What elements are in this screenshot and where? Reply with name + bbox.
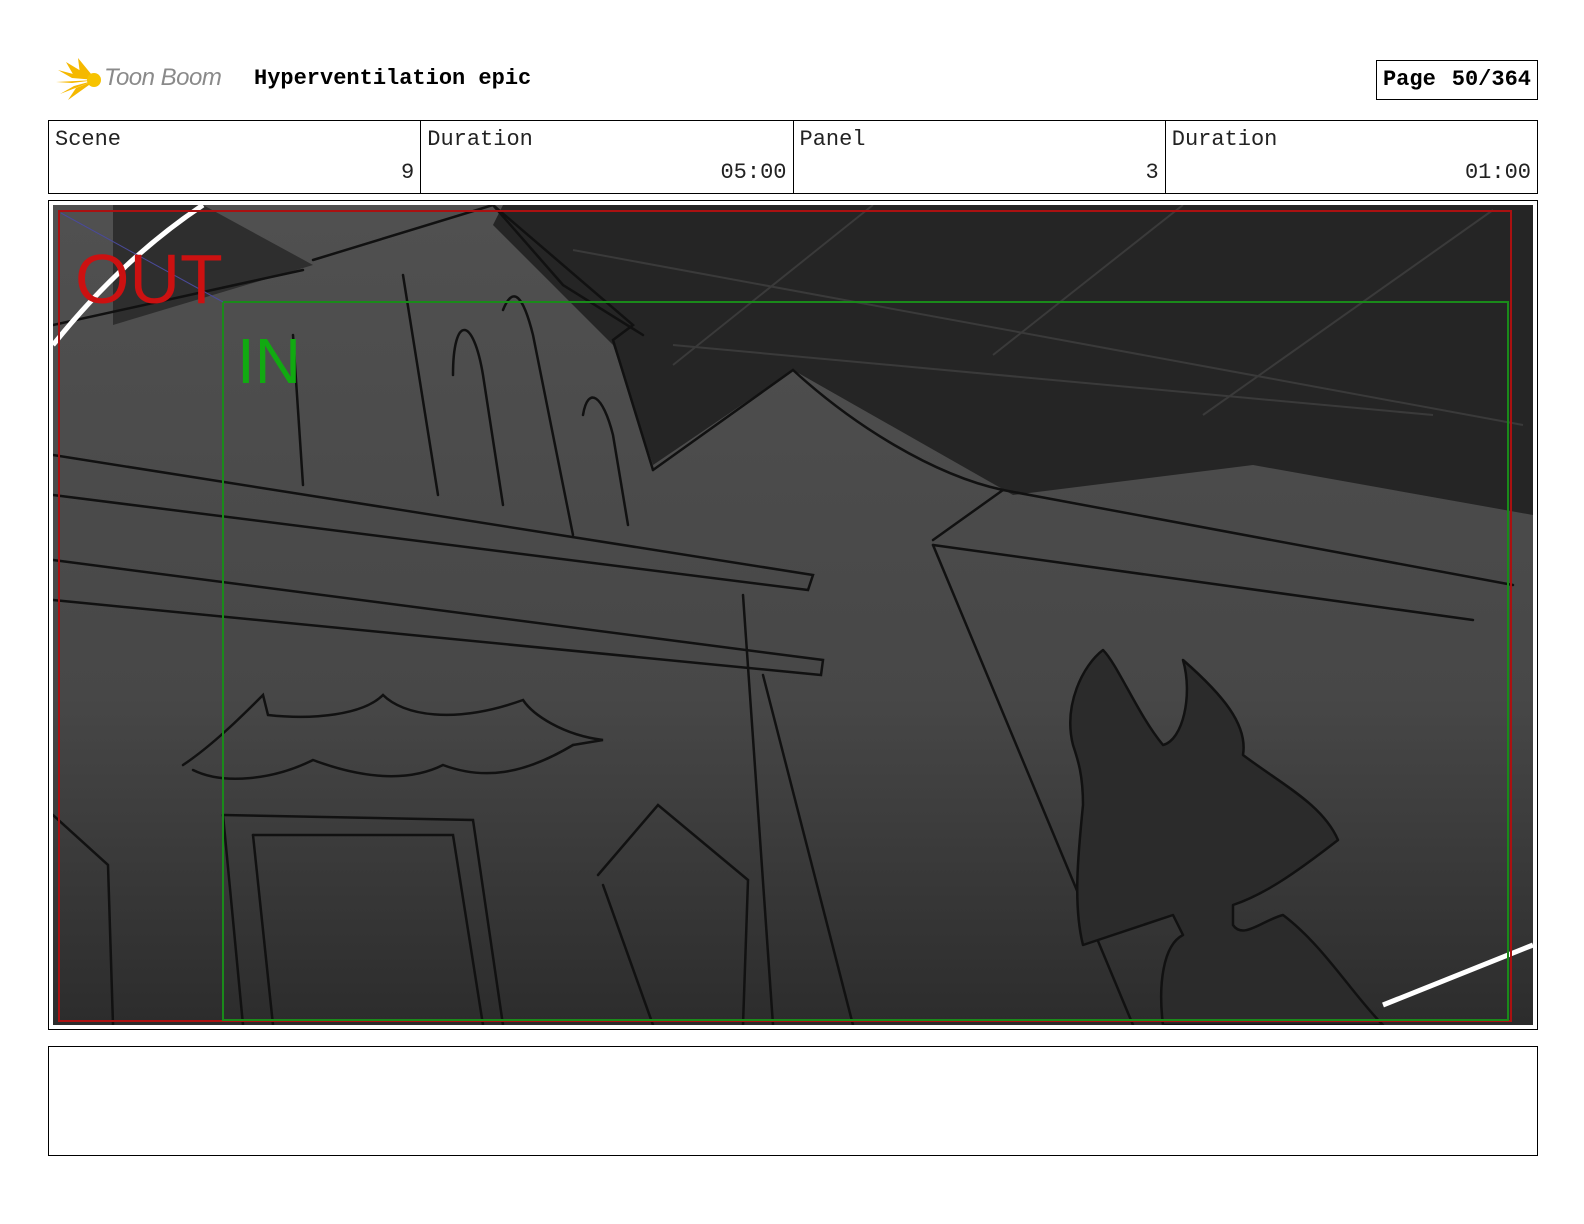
in-label: IN [237, 325, 301, 397]
scene-value: 9 [401, 160, 415, 185]
panel-duration-label: Duration [1171, 127, 1278, 152]
toon-boom-logo: Toon Boom [52, 56, 242, 104]
starburst-icon [56, 58, 101, 100]
scene-duration-cell: Duration 05:00 [420, 121, 792, 193]
scene-duration-value: 05:00 [720, 160, 787, 185]
panel-drawing: OUT IN [53, 205, 1533, 1025]
panel-value: 3 [1145, 160, 1159, 185]
page-indicator: Page 50/364 [1375, 60, 1538, 100]
scene-cell: Scene 9 [49, 121, 420, 193]
scene-label: Scene [55, 127, 122, 152]
scene-info-table: Scene 9 Duration 05:00 Panel 3 Duration … [48, 120, 1538, 194]
panel-duration-cell: Duration 01:00 [1164, 121, 1537, 193]
sketch-artwork: OUT IN [53, 205, 1533, 1025]
project-title: Hyperventilation epic [254, 66, 532, 91]
panel-label: Panel [799, 127, 866, 152]
storyboard-panel: OUT IN [48, 200, 1538, 1030]
out-label: OUT [75, 240, 223, 318]
storyboard-header: Toon Boom Hyperventilation epic Page 50/3… [48, 54, 1538, 106]
logo-text: Toon Boom [104, 64, 222, 91]
page-label: Page [1382, 67, 1436, 92]
panel-cell: Panel 3 [792, 121, 1165, 193]
panel-notes [48, 1046, 1538, 1156]
scene-duration-label: Duration [427, 127, 533, 152]
page-number: 50/364 [1451, 67, 1531, 92]
panel-duration-value: 01:00 [1464, 160, 1531, 185]
